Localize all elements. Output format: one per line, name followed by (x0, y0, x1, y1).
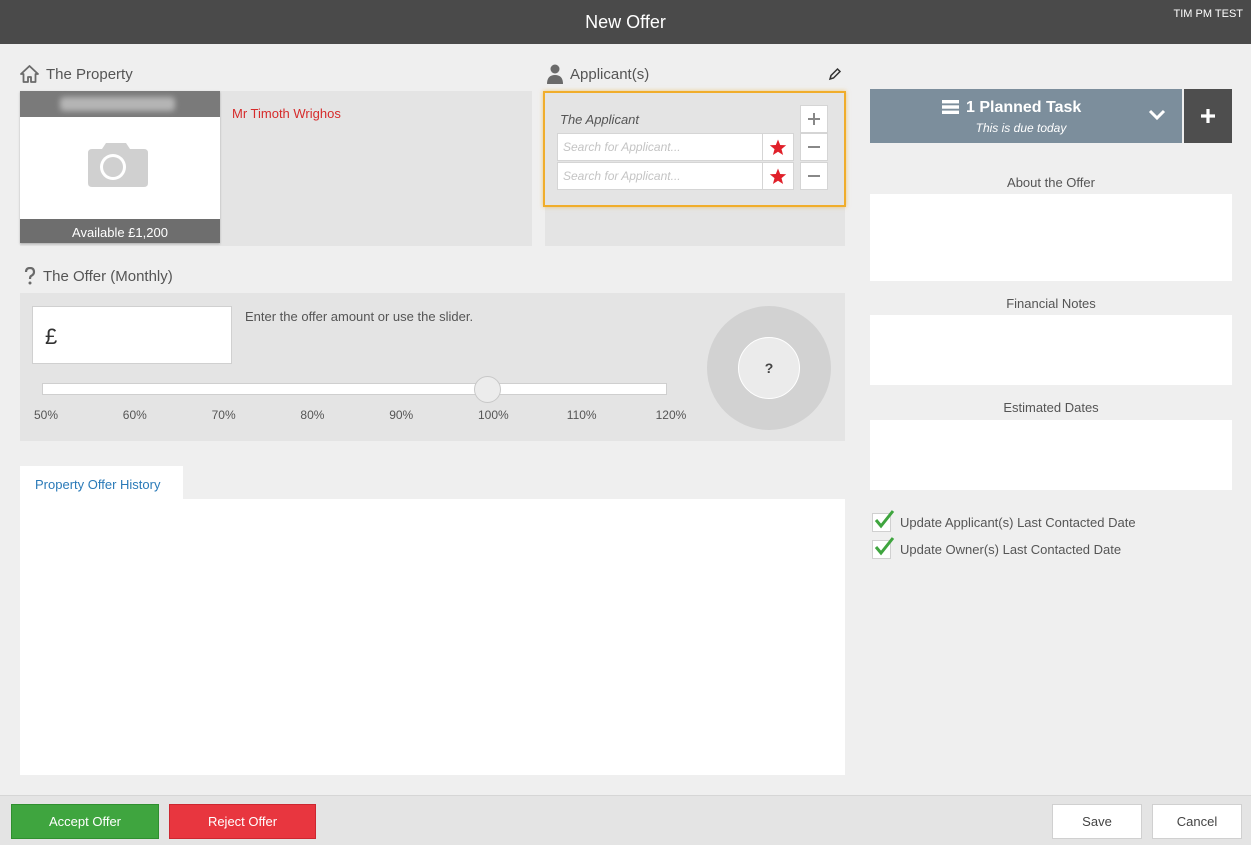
property-photo-card[interactable]: Available £1,200 (20, 91, 220, 243)
tab-property-offer-history[interactable]: Property Offer History (20, 466, 183, 500)
offer-gauge: ? (707, 306, 831, 430)
slider-tick-label: 50% (34, 408, 59, 422)
planned-task-bar[interactable]: 1 Planned Task This is due today (870, 89, 1182, 143)
slider-tick-label: 100% (478, 408, 509, 422)
property-heading: The Property (20, 65, 133, 83)
slider-tick-label: 80% (300, 408, 325, 422)
footer-bar: Accept Offer Reject Offer Save Cancel (0, 795, 1251, 845)
minus-icon (808, 146, 820, 148)
estimated-dates-label: Estimated Dates (1003, 400, 1099, 415)
offer-amount-field[interactable]: £ (32, 306, 232, 364)
applicants-heading-label: Applicant(s) (570, 65, 650, 83)
plus-icon (1201, 109, 1215, 123)
add-task-button[interactable] (1184, 89, 1232, 143)
about-offer-label: About the Offer (1007, 175, 1095, 190)
financial-notes-label: Financial Notes (1006, 296, 1096, 311)
offer-slider-thumb[interactable] (474, 376, 501, 403)
about-offer-textarea[interactable] (870, 194, 1232, 281)
financial-notes-textarea[interactable] (870, 315, 1232, 385)
applicant-search-input[interactable] (558, 163, 758, 189)
checkmark-icon (874, 537, 895, 556)
edit-pencil-icon[interactable] (828, 67, 842, 84)
current-user: TIM PM TEST (1173, 8, 1243, 20)
gauge-value: ? (738, 337, 800, 399)
offer-history-panel (20, 499, 845, 775)
list-icon (942, 100, 959, 117)
question-icon (24, 267, 36, 285)
applicants-heading: Applicant(s) (547, 64, 649, 84)
update-applicant-contacted-checkbox[interactable]: Update Applicant(s) Last Contacted Date (872, 510, 1136, 532)
checkbox-label: Update Owner(s) Last Contacted Date (900, 542, 1122, 557)
task-subtitle: This is due today (975, 121, 1067, 135)
save-button[interactable]: Save (1052, 804, 1142, 839)
cancel-button[interactable]: Cancel (1152, 804, 1242, 839)
checkbox[interactable] (872, 510, 895, 532)
task-title: 1 Planned Task (966, 99, 1082, 116)
title-bar: New Offer TIM PM TEST (0, 0, 1251, 44)
applicant-search-row (557, 133, 794, 161)
applicant-search-input[interactable] (558, 134, 758, 160)
owner-link[interactable]: Mr Timoth Wrighos (232, 106, 341, 121)
blurred-address (60, 97, 175, 111)
chevron-down-icon[interactable] (1148, 109, 1166, 124)
estimated-dates-box[interactable] (870, 420, 1232, 490)
offer-amount-input[interactable] (69, 323, 219, 349)
window-title: New Offer (585, 12, 666, 32)
slider-tick-label: 70% (211, 408, 236, 422)
checkbox[interactable] (872, 537, 895, 559)
offer-panel: £ Enter the offer amount or use the slid… (20, 293, 845, 441)
accept-offer-button[interactable]: Accept Offer (11, 804, 159, 839)
offer-heading: The Offer (Monthly) (24, 267, 173, 285)
currency-symbol: £ (45, 324, 58, 349)
slider-tick-label: 60% (122, 408, 147, 422)
checkbox-label: Update Applicant(s) Last Contacted Date (900, 515, 1136, 530)
slider-tick-label: 110% (566, 408, 597, 422)
property-panel: Available £1,200 Mr Timoth Wrighos (20, 91, 532, 246)
checkmark-icon (874, 510, 895, 529)
offer-hint: Enter the offer amount or use the slider… (245, 309, 474, 324)
availability-label: Available £1,200 (20, 219, 220, 243)
property-address-bar (20, 91, 220, 117)
offer-slider-track[interactable] (42, 383, 667, 395)
property-heading-label: The Property (46, 65, 133, 83)
star-icon[interactable] (762, 163, 793, 189)
minus-icon (808, 175, 820, 177)
applicant-selector: The Applicant (543, 91, 846, 207)
applicant-label: The Applicant (560, 112, 640, 127)
camera-icon (86, 139, 150, 192)
applicant-search-row (557, 162, 794, 190)
remove-applicant-button[interactable] (800, 162, 828, 190)
reject-offer-button[interactable]: Reject Offer (169, 804, 316, 839)
add-applicant-button[interactable] (800, 105, 828, 133)
slider-tick-label: 90% (389, 408, 414, 422)
offer-heading-label: The Offer (Monthly) (43, 267, 173, 285)
update-owner-contacted-checkbox[interactable]: Update Owner(s) Last Contacted Date (872, 537, 1122, 559)
plus-icon (808, 113, 820, 125)
person-icon (547, 64, 563, 84)
star-icon[interactable] (762, 134, 793, 160)
slider-tick-label: 120% (655, 408, 687, 422)
home-icon (20, 65, 39, 83)
remove-applicant-button[interactable] (800, 133, 828, 161)
